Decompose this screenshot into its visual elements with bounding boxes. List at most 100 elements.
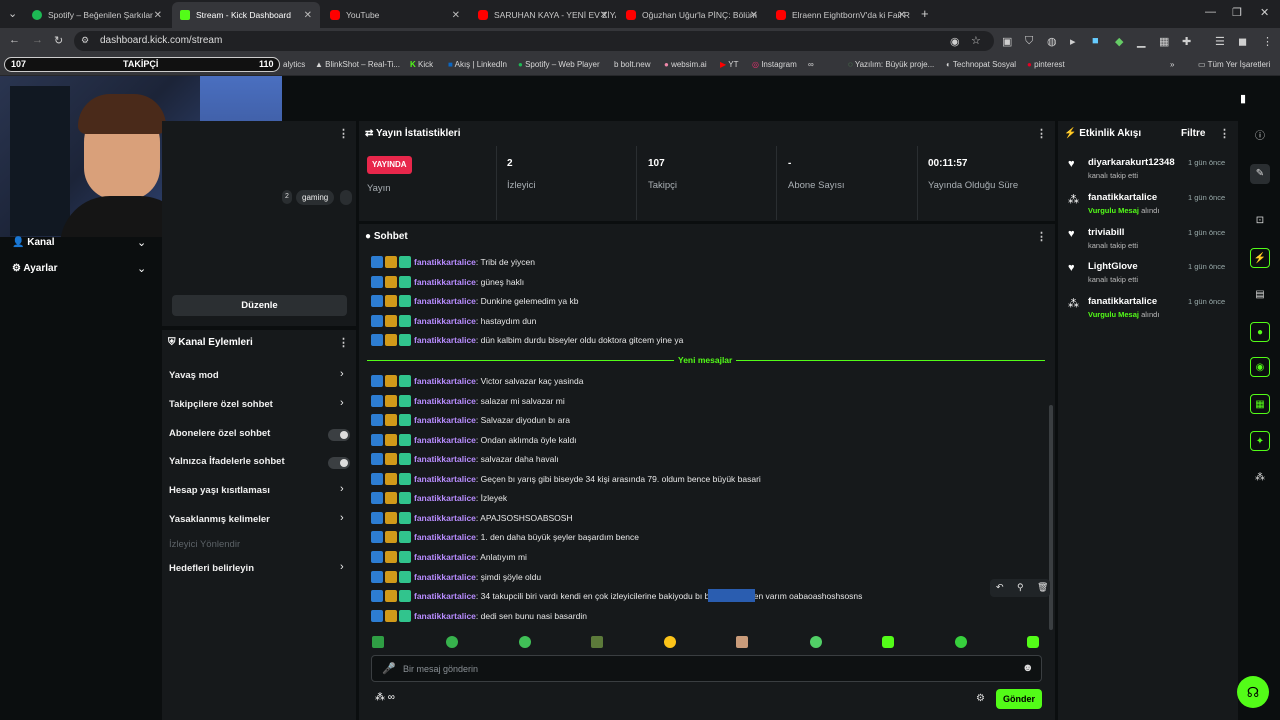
activity-username[interactable]: diyarkarakurt12348 — [1088, 157, 1175, 168]
action-label[interactable]: Yasaklanmış kelimeler — [169, 514, 270, 525]
chat-scrollbar[interactable] — [1049, 405, 1053, 630]
chat-message[interactable]: fanatikkartalice: dün kalbim durdu bisey… — [371, 333, 683, 347]
extension-icon[interactable]: ◆ — [1115, 35, 1123, 48]
menu-dots-icon[interactable]: ⋮ — [1262, 35, 1273, 48]
chat-message[interactable]: fanatikkartalice: Salvazar diyodun bı ar… — [371, 413, 570, 427]
chat-username[interactable]: fanatikkartalice — [414, 611, 476, 621]
chevron-right-icon[interactable]: › — [340, 561, 344, 573]
edit-icon[interactable]: ✎ — [1250, 164, 1270, 184]
chat-username[interactable]: fanatikkartalice — [414, 493, 476, 503]
all-bookmarks[interactable]: ▭ Tüm Yer İşaretleri — [1198, 60, 1270, 69]
chat-message[interactable]: fanatikkartalice: hastaydım dun — [371, 314, 536, 328]
bookmark-item[interactable]: b bolt.new — [614, 60, 650, 69]
action-label[interactable]: Hesap yaşı kısıtlaması — [169, 485, 270, 496]
chat-username[interactable]: fanatikkartalice — [414, 435, 476, 445]
chat-username[interactable]: fanatikkartalice — [414, 572, 476, 582]
chat-username[interactable]: fanatikkartalice — [414, 277, 476, 287]
emoji-icon[interactable]: ☻ — [1022, 662, 1034, 674]
activity-username[interactable]: triviabill — [1088, 227, 1124, 238]
chat-username[interactable]: fanatikkartalice — [414, 454, 476, 464]
media-icon[interactable]: ☰ — [1215, 35, 1225, 48]
chat-username[interactable]: fanatikkartalice — [414, 532, 476, 542]
send-button[interactable]: Gönder — [996, 689, 1042, 709]
emote-icon[interactable] — [955, 636, 967, 648]
chat-message[interactable]: fanatikkartalice: Dunkine gelemedim ya k… — [371, 294, 578, 308]
chat-input[interactable]: 🎤 Bir mesaj gönderin ☻ — [371, 655, 1042, 682]
bookmark-item[interactable]: alytics — [283, 60, 305, 69]
chat-message[interactable]: fanatikkartalice: Ondan aklımda öyle kal… — [371, 433, 577, 447]
eye-off-icon[interactable]: ◉ — [950, 35, 960, 48]
chat-username[interactable]: fanatikkartalice — [414, 396, 476, 406]
emote-icon[interactable] — [372, 636, 384, 648]
action-label[interactable]: Abonelere özel sohbet — [169, 428, 270, 439]
chat-message[interactable]: fanatikkartalice: Geçen bı yarış gibi bi… — [371, 472, 761, 486]
emote-icon[interactable] — [736, 636, 748, 648]
close-icon[interactable]: ✕ — [154, 10, 162, 21]
chat-username[interactable]: fanatikkartalice — [414, 257, 476, 267]
reload-icon[interactable]: ↻ — [54, 34, 63, 47]
bookmark-item[interactable]: ● pinterest — [1027, 60, 1065, 69]
chat-message[interactable]: fanatikkartalice: İzleyek — [371, 491, 507, 505]
microphone-icon[interactable]: 🎤 — [382, 662, 396, 675]
extension-icon[interactable]: ■ — [1092, 35, 1099, 47]
emote-icon[interactable] — [1027, 636, 1039, 648]
chat-message[interactable]: fanatikkartalice: 1. den daha büyük şeyl… — [371, 530, 639, 544]
forward-icon[interactable]: → — [32, 34, 43, 46]
close-icon[interactable]: ✕ — [750, 10, 758, 21]
maximize-icon[interactable]: ❐ — [1232, 6, 1242, 19]
chat-username[interactable]: fanatikkartalice — [414, 376, 476, 386]
emote-icon[interactable] — [882, 636, 894, 648]
action-label[interactable]: Yavaş mod — [169, 370, 219, 381]
reply-icon[interactable]: ↶ — [996, 582, 1004, 593]
extension-icon[interactable]: ▣ — [1002, 35, 1012, 48]
extension-icon[interactable]: ◍ — [1047, 35, 1057, 48]
target-icon[interactable]: ⊡ — [1250, 211, 1270, 231]
chat-message[interactable]: fanatikkartalice: 34 takupcili biri vard… — [371, 589, 862, 603]
shield-icon[interactable]: ⛉ — [1025, 35, 1033, 48]
nav-ayarlar[interactable]: ⚙ Ayarlar — [12, 263, 57, 274]
chat-message[interactable]: fanatikkartalice: salvazar daha havalı — [371, 452, 559, 466]
tag-chip-gaming[interactable]: gaming — [296, 190, 335, 205]
profile-icon[interactable]: ◼ — [1238, 35, 1247, 48]
site-info-icon[interactable]: ⚙ — [81, 35, 89, 46]
close-icon[interactable]: ✕ — [452, 10, 460, 21]
extension-icon[interactable]: ▁ — [1137, 35, 1145, 48]
wrench-icon[interactable]: ✦ — [1250, 431, 1270, 451]
back-icon[interactable]: ← — [9, 34, 20, 46]
kebab-icon[interactable]: ⋮ — [1036, 230, 1047, 243]
bookmark-item[interactable]: ■ Akış | LinkedIn — [448, 60, 507, 69]
address-bar[interactable]: dashboard.kick.com/stream — [74, 31, 994, 51]
chat-message[interactable]: fanatikkartalice: güneş haklı — [371, 275, 524, 289]
emote-icon[interactable] — [664, 636, 676, 648]
info-icon[interactable]: ⓘ — [1250, 127, 1270, 147]
chat-settings-icon[interactable]: ⚙ — [976, 693, 985, 704]
bookmark-item[interactable]: ◐ Technopat Sosyal — [946, 60, 1016, 69]
chat-username[interactable]: fanatikkartalice — [414, 513, 476, 523]
chat-message[interactable]: fanatikkartalice: salazar mi salvazar mi — [371, 394, 565, 408]
close-icon[interactable]: ✕ — [304, 10, 312, 21]
tab-youtube[interactable]: YouTube ✕ — [322, 4, 468, 26]
puzzle-icon[interactable]: ✚ — [1182, 35, 1191, 48]
tag-chip[interactable] — [340, 190, 352, 205]
activity-username[interactable]: fanatikkartalice — [1088, 192, 1157, 203]
document-icon[interactable]: ▤ — [1250, 285, 1270, 305]
chat-username[interactable]: fanatikkartalice — [414, 335, 476, 345]
emote-icon[interactable] — [810, 636, 822, 648]
chat-username[interactable]: fanatikkartalice — [414, 296, 476, 306]
tab-kick-dashboard[interactable]: Stream - Kick Dashboard ✕ — [172, 2, 320, 28]
tab-elraenn[interactable]: Elraenn EightbornV'da ki Fail R ✕ — [768, 4, 914, 26]
chevron-down-icon[interactable]: ⌄ — [137, 262, 146, 275]
tab-saruhan[interactable]: SARUHAN KAYA - YENİ EV ZİYA ✕ — [470, 4, 616, 26]
trash-icon[interactable]: 🗑 — [1037, 582, 1048, 593]
toggle-switch[interactable] — [328, 457, 350, 469]
chevron-right-icon[interactable]: › — [340, 397, 344, 409]
chat-username[interactable]: fanatikkartalice — [414, 316, 476, 326]
emote-icon[interactable] — [591, 636, 603, 648]
chat-message[interactable]: fanatikkartalice: şimdi şöyle oldu — [371, 570, 541, 584]
kicks-icon[interactable]: ⁂ — [1250, 468, 1270, 488]
close-icon[interactable]: ✕ — [898, 10, 906, 21]
tab-search-icon[interactable]: ⌄ — [8, 7, 17, 20]
chevron-right-icon[interactable]: › — [340, 483, 344, 495]
edit-button[interactable]: Düzenle — [172, 295, 347, 316]
chat-username[interactable]: fanatikkartalice — [414, 474, 476, 484]
